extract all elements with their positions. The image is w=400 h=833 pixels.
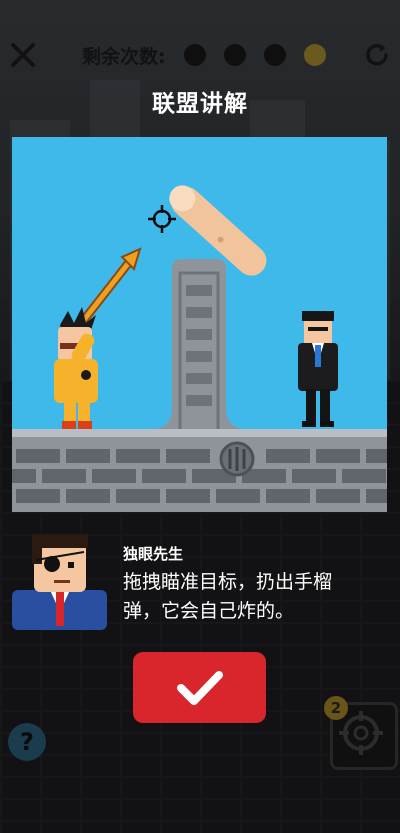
restart-icon — [366, 43, 388, 66]
shot-indicator-used — [303, 44, 326, 66]
enemy-character — [298, 311, 338, 427]
dialog-line: 拖拽瞄准目标，扔出手榴 — [123, 571, 333, 593]
confirm-button[interactable] — [133, 652, 266, 723]
dialog-line: 弹，它会自己炸的。 — [123, 600, 295, 622]
dialog-text: 拖拽瞄准目标，扔出手榴 弹，它会自己炸的。 — [123, 568, 383, 626]
crosshair-target — [148, 205, 176, 233]
restart-button[interactable] — [362, 40, 392, 70]
shot-indicator — [183, 44, 206, 66]
question-icon: ? — [20, 728, 34, 756]
checkmark-icon — [176, 670, 223, 705]
help-button[interactable]: ? — [8, 723, 46, 761]
speaker-name: 独眼先生 — [123, 545, 184, 563]
ground-bricks — [12, 449, 387, 503]
close-icon — [11, 43, 35, 67]
page-title: 联盟讲解 — [152, 91, 248, 117]
close-button[interactable] — [8, 40, 38, 70]
aim-arrow — [75, 247, 142, 330]
shot-indicator — [223, 44, 246, 66]
hero-character — [54, 307, 98, 429]
shots-remaining: 剩余次数: — [82, 42, 326, 68]
shots-label: 剩余次数: — [82, 45, 166, 68]
speaker-avatar — [12, 530, 107, 630]
aim-count-badge: 2 — [324, 696, 348, 720]
scene-illustration — [12, 185, 387, 512]
tutorial-scene — [12, 137, 387, 512]
shot-indicator — [263, 44, 286, 66]
